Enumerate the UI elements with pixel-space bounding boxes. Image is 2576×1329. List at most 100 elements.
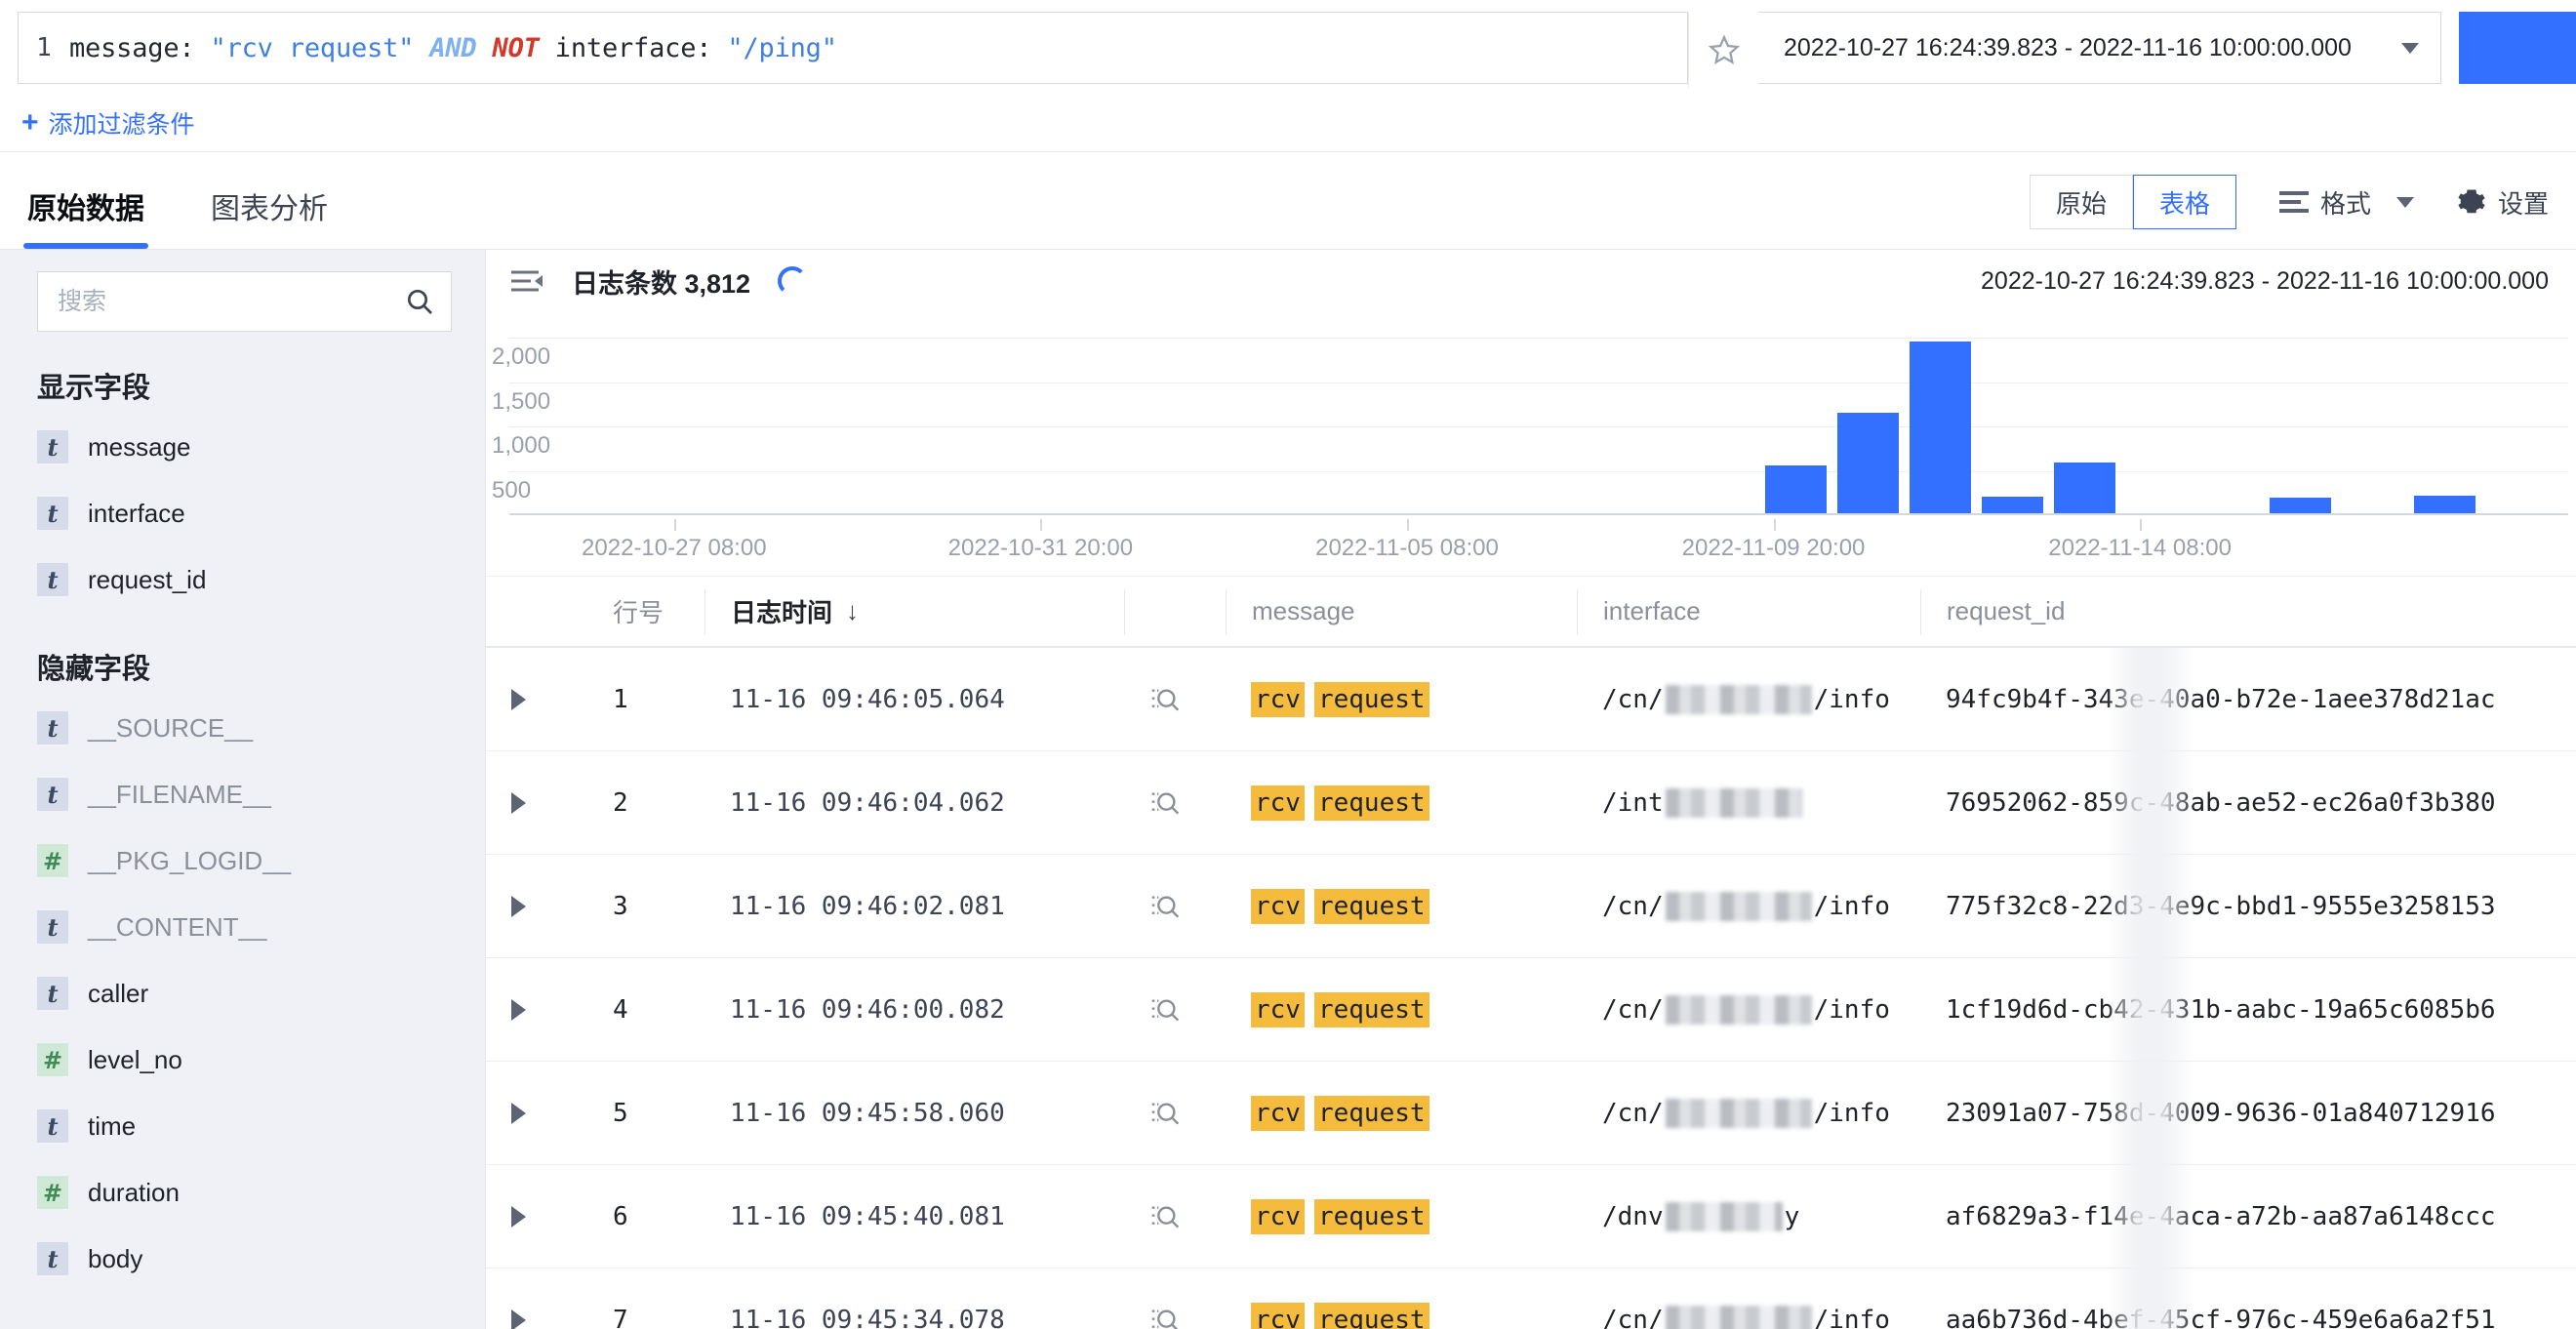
field-label: time <box>88 1110 137 1141</box>
histogram-bar[interactable] <box>1765 465 1828 513</box>
plus-icon: + <box>21 106 39 139</box>
histogram-bar[interactable] <box>2413 496 2476 513</box>
sidebar-field---content--[interactable]: t __CONTENT__ <box>0 894 485 960</box>
sidebar-field-caller[interactable]: t caller <box>0 960 485 1027</box>
context-search-cell[interactable] <box>1124 958 1226 1061</box>
histogram-range-label: 2022-10-27 16:24:39.823 - 2022-11-16 10:… <box>1981 266 2549 295</box>
row-expand-cell[interactable] <box>486 1269 587 1329</box>
sidebar-field-request-id[interactable]: t request_id <box>0 546 485 613</box>
row-expand-cell[interactable] <box>486 751 587 854</box>
highlighted-term: rcv <box>1251 1302 1305 1329</box>
context-search-cell[interactable] <box>1124 751 1226 854</box>
row-expand-cell[interactable] <box>486 958 587 1061</box>
date-range-picker[interactable]: 2022-10-27 16:24:39.823 - 2022-11-16 10:… <box>1758 12 2441 84</box>
sidebar-field---pkg-logid--[interactable]: # __PKG_LOGID__ <box>0 827 485 894</box>
chevron-right-icon[interactable] <box>511 998 526 1021</box>
th-interface[interactable]: interface <box>1577 588 1920 634</box>
timestamp-cell: 11-16 09:46:02.081 <box>704 855 1124 957</box>
context-search-cell[interactable] <box>1124 648 1226 750</box>
chevron-right-icon[interactable] <box>511 1205 526 1228</box>
histogram-bar[interactable] <box>1836 412 1900 513</box>
log-context-search-icon[interactable] <box>1149 1201 1181 1232</box>
table-row[interactable]: 2 11-16 09:46:04.062 rcv request/int 7695206… <box>486 751 2576 855</box>
field-search-box[interactable] <box>37 271 452 332</box>
th-request-id[interactable]: request_id <box>1920 588 2576 634</box>
request-id-cell: 775f32c8-22d3-4e9c-bbd1-9555e3258153 <box>1920 855 2576 957</box>
histogram-bar[interactable] <box>2270 498 2332 513</box>
context-search-cell[interactable] <box>1124 1062 1226 1164</box>
settings-button[interactable]: 设置 <box>2457 184 2549 221</box>
settings-label: 设置 <box>2497 188 2549 219</box>
field-section-title: 隐藏字段 <box>37 654 151 685</box>
histogram-bar[interactable] <box>1981 497 2043 513</box>
table-row[interactable]: 3 11-16 09:46:02.081 rcv request/cn/ /info 77… <box>486 855 2576 958</box>
log-context-search-icon[interactable] <box>1149 891 1181 922</box>
field-search-input[interactable] <box>58 287 404 316</box>
table-row[interactable]: 5 11-16 09:45:58.060 rcv request/cn/ /info 23… <box>486 1062 2576 1165</box>
chevron-right-icon[interactable] <box>511 791 526 814</box>
context-search-cell[interactable] <box>1124 855 1226 957</box>
sidebar-field-interface[interactable]: t interface <box>0 480 485 546</box>
context-search-cell[interactable] <box>1124 1269 1226 1329</box>
chevron-right-icon[interactable] <box>511 895 526 917</box>
table-row[interactable]: 4 11-16 09:46:00.082 rcv request/cn/ /info 1c… <box>486 958 2576 1062</box>
request-id-value: af6829a3-f14e-4aca-a72b-aa87a6148ccc <box>1946 1201 2496 1231</box>
row-expand-cell[interactable] <box>486 1062 587 1164</box>
format-button[interactable]: 格式 <box>2278 184 2414 221</box>
chevron-right-icon[interactable] <box>511 688 526 710</box>
number-type-icon: # <box>37 1043 68 1076</box>
search-icon[interactable] <box>404 286 435 317</box>
sidebar-field-time[interactable]: t time <box>0 1093 485 1159</box>
tab-raw-data[interactable]: 原始数据 <box>23 184 148 249</box>
field-label: __FILENAME__ <box>88 779 271 809</box>
collapse-panel-icon[interactable] <box>509 268 544 294</box>
table-row[interactable]: 7 11-16 09:45:34.078 rcv request/cn/ /info aa… <box>486 1269 2576 1329</box>
query-input[interactable]: 1 message: "rcv request" AND NOT interfa… <box>18 12 1688 84</box>
context-search-cell[interactable] <box>1124 1165 1226 1268</box>
sidebar-field-body[interactable]: t body <box>0 1226 485 1292</box>
log-histogram[interactable]: 500 1,000 1,500 2,000 2022-10-27 08:00 2022-… <box>486 312 2576 576</box>
chevron-right-icon[interactable] <box>511 1309 526 1329</box>
content-area: 显示字段 t message t interface t request_id 隐藏字段 t __… <box>0 250 2576 1329</box>
table-row[interactable]: 6 11-16 09:45:40.081 rcv request/dnv y af6829… <box>486 1165 2576 1269</box>
view-mode-table[interactable]: 表格 <box>2132 175 2236 229</box>
view-mode-raw[interactable]: 原始 <box>2029 175 2133 229</box>
search-button[interactable] <box>2459 12 2576 84</box>
log-context-search-icon[interactable] <box>1149 994 1181 1026</box>
query-row: 1 message: "rcv request" AND NOT interfa… <box>0 12 2576 88</box>
request-id-cell: 23091a07-758d-4009-9636-01a840712916 <box>1920 1062 2576 1164</box>
sidebar-field-level-no[interactable]: # level_no <box>0 1027 485 1093</box>
add-filter-button[interactable]: + 添加过滤条件 <box>0 88 195 141</box>
chevron-right-icon[interactable] <box>511 1102 526 1124</box>
th-message[interactable]: message <box>1226 588 1577 634</box>
field-sections: 显示字段 t message t interface t request_id 隐藏字段 t __… <box>0 332 485 1292</box>
log-context-search-icon[interactable] <box>1149 1098 1181 1129</box>
sidebar-field-message[interactable]: t message <box>0 414 485 480</box>
query-text[interactable]: message: "rcv request" AND NOT interface… <box>69 33 1687 63</box>
sidebar-field-duration[interactable]: # duration <box>0 1159 485 1226</box>
histogram-bar[interactable] <box>1909 341 1972 513</box>
favorite-star-icon[interactable] <box>1688 12 1758 88</box>
sidebar-field---source--[interactable]: t __SOURCE__ <box>0 695 485 761</box>
row-expand-cell[interactable] <box>486 1165 587 1268</box>
y-axis-tick-label: 1,000 <box>492 432 551 460</box>
log-context-search-icon[interactable] <box>1149 1305 1181 1329</box>
table-row[interactable]: 1 11-16 09:46:05.064 rcv request/cn/ /info 94… <box>486 648 2576 751</box>
view-toolbar: 原始 表格 格式 设置 <box>2029 175 2549 249</box>
row-expand-cell[interactable] <box>486 855 587 957</box>
query-token: "rcv request" <box>210 32 415 63</box>
th-rownum[interactable]: 行号 <box>587 589 704 634</box>
field-label: request_id <box>88 564 207 594</box>
th-timestamp[interactable]: 日志时间 ↓ <box>704 588 1124 634</box>
log-context-search-icon[interactable] <box>1149 684 1181 715</box>
tab-chart-analysis[interactable]: 图表分析 <box>211 184 328 249</box>
text-type-icon: t <box>37 778 68 811</box>
row-number: 4 <box>613 994 628 1025</box>
chevron-down-icon <box>2395 196 2414 208</box>
row-expand-cell[interactable] <box>486 648 587 750</box>
table-header-row: 行号 日志时间 ↓ message interface request_id <box>486 576 2576 648</box>
sidebar-field---filename--[interactable]: t __FILENAME__ <box>0 761 485 827</box>
histogram-bar[interactable] <box>2053 462 2115 513</box>
interface-value: /dnv y <box>1602 1201 1799 1231</box>
log-context-search-icon[interactable] <box>1149 787 1181 819</box>
